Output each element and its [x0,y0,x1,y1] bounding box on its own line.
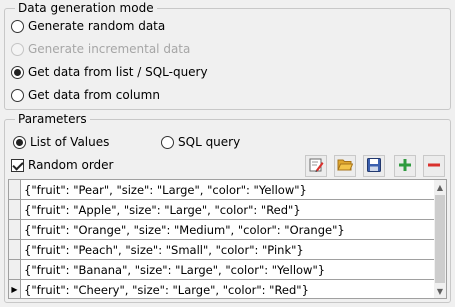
row-indicator[interactable] [9,200,21,219]
add-row-button[interactable] [394,155,416,177]
row-value[interactable]: {"fruit": "Cheery", "size": "Large", "co… [21,283,309,297]
radio-label: Get data from list / SQL-query [28,65,208,79]
row-value[interactable]: {"fruit": "Orange", "size": "Medium", "c… [21,223,345,237]
radio-get-from-column[interactable]: Get data from column [11,86,160,104]
radio-generate-incremental: Generate incremental data [11,40,190,58]
save-icon [366,157,382,176]
row-value[interactable]: {"fruit": "Banana", "size": "Large", "co… [21,263,325,277]
data-generation-mode-group: Data generation mode Generate random dat… [4,1,451,110]
radio-indicator [11,42,24,56]
radio-sql-query[interactable]: SQL query [161,133,240,151]
table-row[interactable]: ▶ {"fruit": "Cheery", "size": "Large", "… [9,280,435,298]
table-row[interactable]: {"fruit": "Orange", "size": "Medium", "c… [9,220,435,240]
checkbox-indicator[interactable] [11,158,24,172]
row-indicator[interactable] [9,220,21,239]
radio-indicator[interactable] [11,65,24,79]
radio-label: Get data from column [28,88,160,102]
table-row[interactable]: {"fruit": "Pear", "size": "Large", "colo… [9,180,435,200]
row-indicator[interactable] [9,260,21,279]
current-row-arrow-icon: ▶ [11,285,18,294]
random-order-checkbox[interactable]: Random order [11,156,114,174]
row-value[interactable]: {"fruit": "Apple", "size": "Large", "col… [21,203,301,217]
table-row[interactable]: {"fruit": "Peach", "size": "Small", "col… [9,240,435,260]
radio-indicator[interactable] [161,135,174,149]
checkbox-label: Random order [28,158,114,172]
edit-icon [308,157,324,176]
radio-indicator[interactable] [11,19,24,33]
radio-indicator[interactable] [11,88,24,102]
scrollbar-thumb[interactable] [435,195,445,283]
radio-generate-random[interactable]: Generate random data [11,17,165,35]
row-value[interactable]: {"fruit": "Pear", "size": "Large", "colo… [21,183,307,197]
radio-get-from-list[interactable]: Get data from list / SQL-query [11,63,208,81]
table-row[interactable]: {"fruit": "Apple", "size": "Large", "col… [9,200,435,220]
row-indicator[interactable] [9,180,21,199]
radio-indicator[interactable] [13,135,26,149]
radio-label: Generate incremental data [28,42,191,56]
edit-button[interactable] [305,155,327,177]
table-row[interactable]: {"fruit": "Banana", "size": "Large", "co… [9,260,435,280]
radio-label: Generate random data [28,19,166,33]
data-generation-mode-title: Data generation mode [15,1,157,15]
current-row-indicator[interactable]: ▶ [9,280,21,298]
open-folder-icon [337,157,354,176]
values-grid[interactable]: {"fruit": "Pear", "size": "Large", "colo… [8,179,447,299]
row-value[interactable]: {"fruit": "Peach", "size": "Small", "col… [21,243,304,257]
radio-label: SQL query [178,135,241,149]
vertical-scrollbar[interactable]: ▲ ▼ [434,180,446,298]
open-button[interactable] [334,155,356,177]
parameters-title: Parameters [15,112,90,126]
scroll-down-arrow-icon[interactable]: ▼ [434,284,446,298]
scroll-up-arrow-icon[interactable]: ▲ [434,180,446,194]
remove-icon [426,157,442,176]
row-indicator[interactable] [9,240,21,259]
save-button[interactable] [363,155,385,177]
radio-label: List of Values [30,135,110,149]
remove-row-button[interactable] [423,155,445,177]
add-icon [397,157,413,176]
radio-list-of-values[interactable]: List of Values [13,133,109,151]
